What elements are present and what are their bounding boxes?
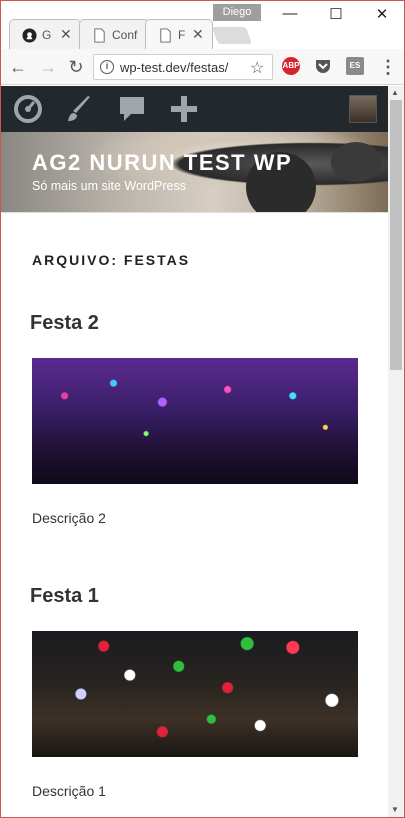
page-title: ARQUIVO: FESTAS	[32, 252, 191, 268]
bookmark-star-icon[interactable]: ☆	[250, 58, 264, 78]
tab-title: Conf	[112, 28, 138, 42]
site-description: Só mais um site WordPress	[32, 179, 186, 193]
menu-kebab-icon[interactable]: ⋮	[377, 56, 399, 78]
header-image-decoration	[331, 142, 381, 182]
browser-toolbar: ← → ↻ i wp-test.dev/festas/ ☆ ABP ES ⋮	[1, 49, 404, 85]
forward-button[interactable]: →	[37, 56, 59, 78]
close-tab-icon[interactable]: ✕	[192, 26, 204, 43]
maximize-button[interactable]: ☐	[321, 5, 351, 25]
tab-strip: G ✕ Conf F ✕ Diego — ☐ ✕	[1, 1, 404, 49]
close-window-button[interactable]: ✕	[367, 5, 397, 25]
profile-badge[interactable]: Diego	[213, 4, 261, 21]
header-divider	[1, 212, 388, 213]
scrollbar-thumb[interactable]	[390, 100, 402, 370]
adblock-plus-icon[interactable]: ABP	[282, 57, 300, 75]
site-header: AG2 NURUN TEST WP Só mais um site WordPr…	[1, 132, 388, 212]
tab-title: F	[178, 28, 186, 42]
new-tab-button[interactable]	[211, 27, 253, 44]
minimize-button[interactable]: —	[275, 5, 305, 25]
page-icon	[94, 28, 105, 43]
post-description: Descrição 1	[32, 783, 106, 799]
extension-es-icon[interactable]: ES	[346, 57, 364, 75]
scroll-up-arrow-icon[interactable]: ▲	[391, 88, 399, 97]
post-title[interactable]: Festa 1	[30, 585, 99, 608]
tab-title: G	[42, 28, 52, 42]
reload-button[interactable]: ↻	[65, 56, 87, 78]
avatar[interactable]	[349, 95, 377, 123]
address-bar[interactable]: i wp-test.dev/festas/ ☆	[93, 54, 273, 80]
post-featured-image[interactable]	[32, 358, 358, 484]
customize-brush-icon[interactable]	[64, 94, 94, 124]
info-icon[interactable]: i	[100, 60, 114, 74]
tab-github[interactable]: G ✕	[9, 19, 81, 49]
post-description: Descrição 2	[32, 510, 106, 526]
new-content-plus-icon[interactable]	[169, 94, 199, 124]
page-icon	[160, 28, 171, 43]
close-tab-icon[interactable]: ✕	[60, 26, 72, 43]
url-text[interactable]: wp-test.dev/festas/	[120, 60, 244, 75]
site-title[interactable]: AG2 NURUN TEST WP	[32, 150, 292, 176]
pocket-icon[interactable]	[314, 57, 332, 75]
page-scrollbar[interactable]: ▲ ▼	[388, 86, 404, 817]
tab-festas[interactable]: F ✕	[145, 19, 213, 49]
github-icon	[22, 28, 37, 43]
tab-conf[interactable]: Conf	[79, 19, 149, 49]
wp-admin-bar	[1, 86, 388, 132]
scroll-down-arrow-icon[interactable]: ▼	[391, 805, 399, 814]
post-title[interactable]: Festa 2	[30, 312, 99, 335]
browser-window: G ✕ Conf F ✕ Diego — ☐ ✕ ← → ↻ i wp-test…	[0, 0, 405, 818]
page-viewport: AG2 NURUN TEST WP Só mais um site WordPr…	[1, 86, 388, 817]
dashboard-icon[interactable]	[13, 94, 43, 124]
comments-icon[interactable]	[117, 94, 147, 124]
back-button[interactable]: ←	[7, 56, 29, 78]
post-featured-image[interactable]	[32, 631, 358, 757]
